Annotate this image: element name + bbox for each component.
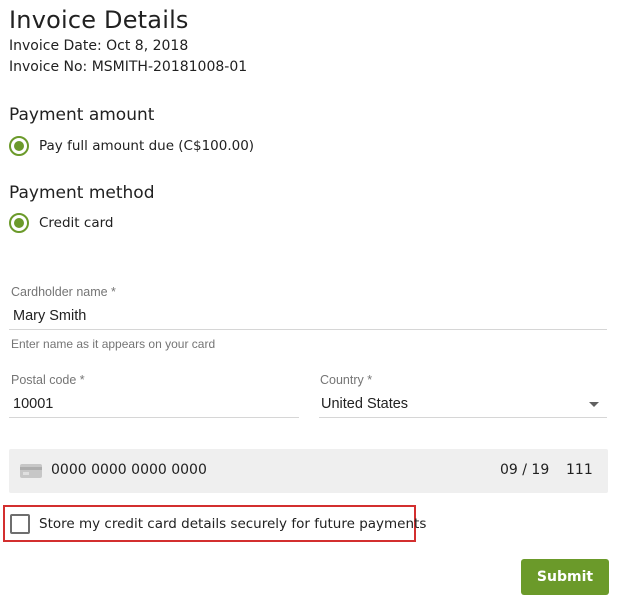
- payment-method-heading: Payment method: [9, 183, 155, 203]
- credit-card-radio[interactable]: [9, 213, 29, 233]
- postal-code-input[interactable]: 10001: [13, 396, 53, 412]
- cardholder-name-underline: [9, 329, 607, 330]
- country-underline: [319, 417, 607, 418]
- invoice-date: Invoice Date: Oct 8, 2018: [9, 38, 189, 54]
- credit-card-icon: [20, 464, 42, 478]
- pay-full-amount-option[interactable]: Pay full amount due (C$100.00): [9, 135, 254, 157]
- cardholder-name-label: Cardholder name *: [11, 285, 116, 299]
- credit-card-option[interactable]: Credit card: [9, 212, 113, 234]
- payment-amount-heading: Payment amount: [9, 105, 155, 125]
- card-number-field[interactable]: 0000 0000 0000 0000: [51, 462, 207, 478]
- country-select[interactable]: United States: [319, 393, 607, 418]
- card-details-input[interactable]: 0000 0000 0000 0000 09 / 19 111: [9, 449, 608, 493]
- store-card-highlight: Store my credit card details securely fo…: [3, 505, 426, 542]
- country-selected-value: United States: [321, 396, 409, 412]
- pay-full-amount-label: Pay full amount due (C$100.00): [39, 138, 255, 154]
- cardholder-name-input[interactable]: Mary Smith: [13, 308, 86, 324]
- credit-card-label: Credit card: [39, 215, 114, 231]
- radio-selected-dot: [14, 218, 24, 228]
- postal-code-underline: [9, 417, 299, 418]
- pay-full-amount-radio[interactable]: [9, 136, 29, 156]
- radio-selected-dot: [14, 141, 24, 151]
- store-card-label[interactable]: Store my credit card details securely fo…: [39, 516, 426, 532]
- country-label: Country *: [320, 373, 373, 387]
- store-card-checkbox[interactable]: [10, 514, 30, 534]
- card-expiry-field[interactable]: 09 / 19: [500, 462, 549, 478]
- postal-code-label: Postal code *: [11, 373, 85, 387]
- submit-button[interactable]: Submit: [521, 559, 609, 595]
- cardholder-name-helper: Enter name as it appears on your card: [11, 337, 216, 351]
- card-cvc-field[interactable]: 111: [566, 462, 593, 478]
- page-title: Invoice Details: [9, 6, 189, 34]
- chevron-down-icon: [589, 402, 599, 407]
- invoice-number: Invoice No: MSMITH-20181008-01: [9, 59, 248, 75]
